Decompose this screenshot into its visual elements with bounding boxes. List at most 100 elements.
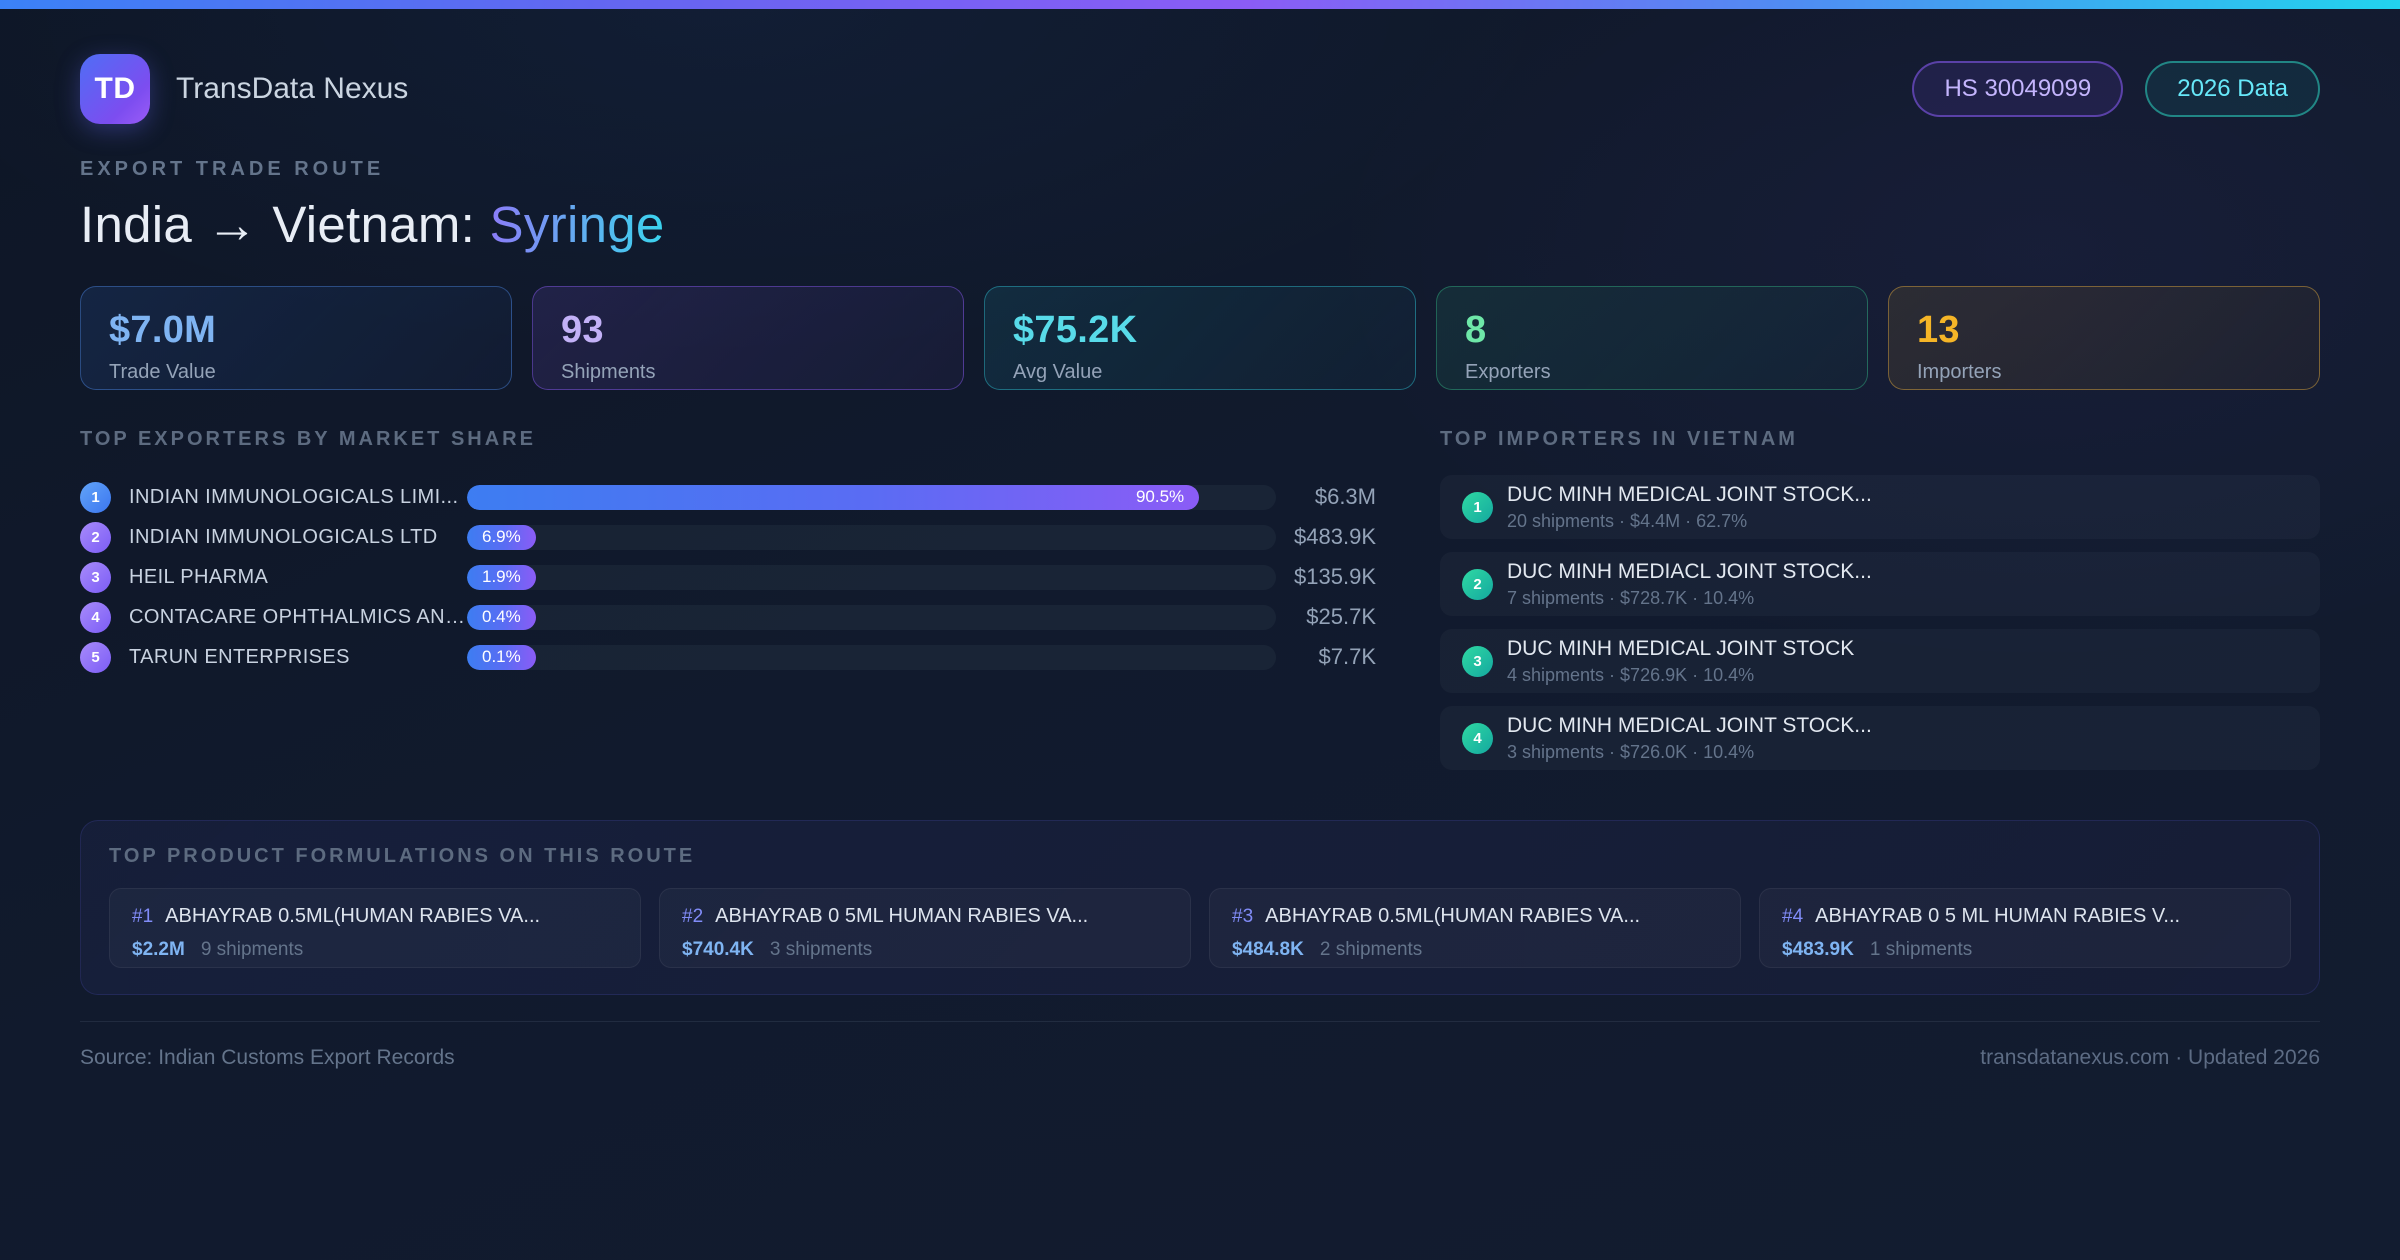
market-share-bar-fill: 0.4% [467, 604, 536, 630]
importer-card[interactable]: 3 DUC MINH MEDICAL JOINT STOCK 4 shipmen… [1440, 629, 2320, 693]
market-share-bar-track: 0.4% [467, 604, 1276, 630]
market-share-label: 0.1% [482, 647, 521, 666]
market-share-bar-fill: 0.1% [467, 644, 536, 670]
header-badges: HS 30049099 2026 Data [1912, 61, 2320, 117]
exporter-rows: 1 INDIAN IMMUNOLOGICALS LIMI... 90.5% $6… [80, 477, 1376, 677]
year-data-badge[interactable]: 2026 Data [2145, 61, 2320, 117]
product-card[interactable]: #3 ABHAYRAB 0.5ML(HUMAN RABIES VA... $48… [1209, 888, 1741, 968]
market-share-bar-track: 0.1% [467, 644, 1276, 670]
product-rank: #1 [132, 906, 154, 927]
product-name: ABHAYRAB 0 5 ML HUMAN RABIES V... [1815, 905, 2181, 927]
product-title-line: #1 ABHAYRAB 0.5ML(HUMAN RABIES VA... [132, 905, 618, 928]
footer-site-link[interactable]: transdatanexus.com · Updated 2026 [1980, 1046, 2320, 1070]
stats-row: $7.0M Trade Value 93 Shipments $75.2K Av… [80, 286, 2320, 390]
rank-badge: 2 [80, 521, 111, 553]
rank-badge: 2 [1462, 568, 1493, 600]
rank-badge: 3 [1462, 645, 1493, 677]
footer-source: Source: Indian Customs Export Records [80, 1046, 455, 1069]
columns: TOP EXPORTERS BY MARKET SHARE 1 INDIAN I… [80, 428, 2320, 770]
hs-code-badge[interactable]: HS 30049099 [1912, 61, 2124, 117]
market-share-label: 6.9% [482, 527, 521, 546]
product-title-line: #3 ABHAYRAB 0.5ML(HUMAN RABIES VA... [1232, 905, 1718, 928]
exporter-row[interactable]: 5 TARUN ENTERPRISES 0.1% $7.7K [80, 637, 1376, 677]
importer-card[interactable]: 4 DUC MINH MEDICAL JOINT STOCK... 3 ship… [1440, 706, 2320, 770]
importer-name: DUC MINH MEDICAL JOINT STOCK [1507, 636, 1855, 660]
exporter-value: $483.9K [1294, 524, 1376, 549]
top-accent-bar [0, 0, 2400, 9]
stat-label: Avg Value [1013, 361, 1103, 383]
market-share-label: 90.5% [1135, 487, 1185, 506]
page: TD TransData Nexus HS 30049099 2026 Data… [0, 9, 2400, 1070]
rank-badge: 3 [80, 561, 111, 593]
eyebrow-label: EXPORT TRADE ROUTE [80, 158, 385, 180]
exporter-value: $25.7K [1306, 604, 1376, 629]
importer-meta: 4 shipments · $726.9K · 10.4% [1507, 664, 1755, 685]
exporter-row[interactable]: 2 INDIAN IMMUNOLOGICALS LTD 6.9% $483.9K [80, 517, 1376, 557]
exporter-value: $6.3M [1314, 484, 1376, 509]
product-value: $483.9K [1782, 939, 1854, 960]
product-value: $740.4K [682, 939, 754, 960]
market-share-bar-track: 6.9% [467, 524, 1276, 550]
product-cards: #1 ABHAYRAB 0.5ML(HUMAN RABIES VA... $2.… [109, 888, 2291, 968]
products-heading: TOP PRODUCT FORMULATIONS ON THIS ROUTE [109, 845, 696, 867]
importer-card[interactable]: 2 DUC MINH MEDIACL JOINT STOCK... 7 ship… [1440, 552, 2320, 616]
stat-value: 13 [1917, 309, 1960, 351]
product-title-line: #4 ABHAYRAB 0 5 ML HUMAN RABIES V... [1782, 905, 2268, 928]
importer-meta: 3 shipments · $726.0K · 10.4% [1507, 741, 1755, 762]
market-share-label: 0.4% [482, 607, 521, 626]
stat-value: 8 [1465, 309, 1487, 351]
product-name: ABHAYRAB 0.5ML(HUMAN RABIES VA... [165, 905, 541, 927]
product-shipments: 3 shipments [769, 939, 873, 960]
importer-text: DUC MINH MEDICAL JOINT STOCK... 20 shipm… [1507, 483, 1872, 532]
product-rank: #2 [682, 906, 704, 927]
brand-logo-text: TD [94, 72, 136, 105]
exporter-row[interactable]: 4 CONTACARE OPHTHALMICS AND ... 0.4% $25… [80, 597, 1376, 637]
rank-badge: 5 [80, 641, 111, 673]
product-meta-line: $740.4K 3 shipments [682, 939, 1168, 961]
product-card[interactable]: #1 ABHAYRAB 0.5ML(HUMAN RABIES VA... $2.… [109, 888, 641, 968]
route-text: India → Vietnam: [80, 196, 490, 253]
product-card[interactable]: #4 ABHAYRAB 0 5 ML HUMAN RABIES V... $48… [1759, 888, 2291, 968]
product-shipments: 2 shipments [1319, 939, 1423, 960]
market-share-bar-fill: 6.9% [467, 524, 536, 550]
stat-card-trade-value: $7.0M Trade Value [80, 286, 512, 390]
product-rank: #4 [1782, 906, 1804, 927]
stat-label: Trade Value [109, 361, 216, 383]
market-share-bar-track: 1.9% [467, 564, 1276, 590]
importer-name: DUC MINH MEDIACL JOINT STOCK... [1507, 559, 1872, 583]
exporters-heading: TOP EXPORTERS BY MARKET SHARE [80, 428, 536, 450]
product-title-line: #2 ABHAYRAB 0 5ML HUMAN RABIES VA... [682, 905, 1168, 928]
market-share-bar-fill: 90.5% [467, 484, 1200, 510]
importer-name: DUC MINH MEDICAL JOINT STOCK... [1507, 713, 1872, 737]
stat-card-exporters: 8 Exporters [1436, 286, 1868, 390]
page-title: India → Vietnam: Syringe [80, 195, 2320, 254]
importer-name: DUC MINH MEDICAL JOINT STOCK... [1507, 482, 1872, 506]
exporter-value: $7.7K [1318, 644, 1377, 669]
product-text: Syringe [489, 196, 665, 253]
product-meta-line: $483.9K 1 shipments [1782, 939, 2268, 961]
product-value: $2.2M [132, 939, 185, 960]
exporter-value: $135.9K [1294, 564, 1376, 589]
importers-heading: TOP IMPORTERS IN VIETNAM [1440, 428, 1798, 450]
importer-text: DUC MINH MEDICAL JOINT STOCK... 3 shipme… [1507, 714, 1872, 763]
exporter-name: INDIAN IMMUNOLOGICALS LTD [129, 525, 438, 548]
importer-meta: 7 shipments · $728.7K · 10.4% [1507, 587, 1755, 608]
product-shipments: 1 shipments [1869, 939, 1973, 960]
stat-label: Exporters [1465, 361, 1551, 383]
exporter-name: TARUN ENTERPRISES [129, 645, 350, 668]
product-card[interactable]: #2 ABHAYRAB 0 5ML HUMAN RABIES VA... $74… [659, 888, 1191, 968]
exporter-row[interactable]: 3 HEIL PHARMA 1.9% $135.9K [80, 557, 1376, 597]
market-share-bar-fill: 1.9% [467, 564, 536, 590]
brand[interactable]: TD TransData Nexus [80, 54, 408, 124]
importer-card[interactable]: 1 DUC MINH MEDICAL JOINT STOCK... 20 shi… [1440, 475, 2320, 539]
header: TD TransData Nexus HS 30049099 2026 Data [80, 54, 2320, 124]
product-shipments: 9 shipments [200, 939, 304, 960]
stat-card-avg-value: $75.2K Avg Value [984, 286, 1416, 390]
product-name: ABHAYRAB 0 5ML HUMAN RABIES VA... [715, 905, 1089, 927]
stat-card-importers: 13 Importers [1888, 286, 2320, 390]
product-value: $484.8K [1232, 939, 1304, 960]
stat-label: Importers [1917, 361, 2002, 383]
importers-section: TOP IMPORTERS IN VIETNAM 1 DUC MINH MEDI… [1440, 428, 2320, 770]
exporter-row[interactable]: 1 INDIAN IMMUNOLOGICALS LIMI... 90.5% $6… [80, 477, 1376, 517]
exporter-name: CONTACARE OPHTHALMICS AND ... [129, 605, 467, 628]
